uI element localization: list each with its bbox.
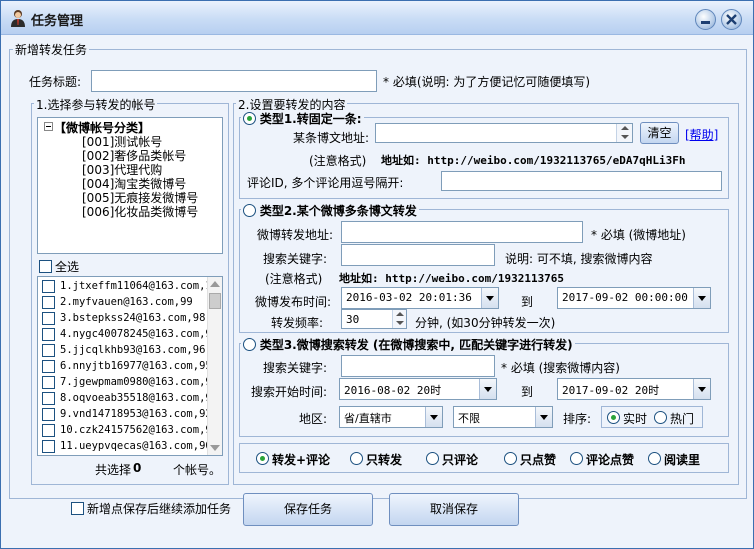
type2-time-label: 微博发布时间: bbox=[255, 295, 332, 309]
type3-option[interactable]: 类型3.微博搜索转发 (在微博搜索中, 匹配关键字进行转发) bbox=[241, 336, 575, 353]
account-category-tree[interactable]: 【微博帐号分类】 [001]测试帐号 [002]奢侈品类帐号 [003]代理代购… bbox=[37, 117, 223, 254]
close-icon bbox=[726, 14, 737, 25]
type3-to-label: 到 bbox=[521, 385, 534, 399]
type2-option[interactable]: 类型2.某个微博多条博文转发 bbox=[241, 202, 419, 219]
type2-addr-hint: * 必填 (微博地址) bbox=[591, 228, 686, 242]
type2-format-label: (注意格式) bbox=[265, 272, 323, 286]
action-comment-only-label[interactable]: 只评论 bbox=[442, 451, 478, 468]
action-comment-only-radio[interactable] bbox=[426, 452, 439, 465]
type1-url-input[interactable] bbox=[375, 123, 633, 143]
client-area: 新增转发任务 任务标题: * 必填(说明: 为了方便记忆可随便填写) 1.选择参… bbox=[9, 41, 747, 543]
type2-addr-input[interactable] bbox=[341, 221, 583, 243]
select-all-checkbox[interactable] bbox=[39, 260, 52, 273]
type2-freq-input[interactable]: 30 bbox=[341, 309, 407, 329]
cancel-save-button[interactable]: 取消保存 bbox=[389, 493, 519, 526]
type3-start-label: 搜索开始时间: bbox=[251, 385, 328, 399]
type2-kw-input[interactable] bbox=[341, 244, 495, 266]
select-all-label: 全选 bbox=[55, 260, 80, 274]
chevron-down-icon[interactable] bbox=[535, 407, 552, 427]
task-title-label: 任务标题: bbox=[29, 75, 82, 89]
type2-time-from[interactable]: 2016-03-02 20:01:36 bbox=[341, 287, 499, 309]
type2-to-label: 到 bbox=[521, 295, 534, 309]
type1-option[interactable]: 类型1.转固定一条: bbox=[241, 110, 364, 127]
help-link[interactable]: [帮助] bbox=[685, 126, 718, 143]
tree-item-006[interactable]: [006]化妆品类微博号 bbox=[82, 203, 198, 220]
clear-button[interactable]: 清空 bbox=[640, 122, 679, 144]
sort-realtime-label[interactable]: 实时 bbox=[623, 410, 647, 427]
chevron-down-icon[interactable] bbox=[693, 379, 710, 399]
sort-hot-label[interactable]: 热门 bbox=[670, 410, 694, 427]
action-comment-like-label[interactable]: 评论点赞 bbox=[586, 451, 634, 468]
type3-start-from[interactable]: 2016-08-02 20时 bbox=[339, 378, 497, 400]
accounts-legend: 1.选择参与转发的帐号 bbox=[34, 96, 158, 113]
action-retweet-comment-label[interactable]: 转发+评论 bbox=[272, 451, 330, 468]
selected-count-label: 共选择 bbox=[95, 463, 132, 477]
task-title-hint: * 必填(说明: 为了方便记忆可随便填写) bbox=[383, 75, 591, 89]
type2-time-to[interactable]: 2017-09-02 00:00:00 bbox=[557, 287, 711, 309]
action-read-radio[interactable] bbox=[648, 452, 661, 465]
type2-kw-hint: 说明: 可不填, 搜索微博内容 bbox=[505, 252, 653, 266]
selected-count-value: 0 bbox=[133, 461, 142, 475]
scroll-thumb[interactable] bbox=[209, 293, 221, 309]
chevron-down-icon[interactable] bbox=[479, 379, 496, 399]
type2-kw-label: 搜索关键字: bbox=[263, 252, 328, 266]
type1-format-label: (注意格式) bbox=[309, 154, 367, 168]
selected-count-suffix: 个帐号。 bbox=[173, 463, 222, 477]
continue-add-checkbox[interactable] bbox=[71, 502, 84, 515]
close-button[interactable] bbox=[721, 9, 742, 30]
region-province-select[interactable]: 省/直辖市 bbox=[339, 406, 443, 428]
type2-title: 类型2.某个微博多条博文转发 bbox=[259, 204, 417, 218]
type1-url-spin[interactable] bbox=[616, 124, 632, 142]
scroll-up-icon[interactable] bbox=[210, 281, 220, 287]
minimize-icon bbox=[701, 21, 710, 24]
type3-start-to[interactable]: 2017-09-02 20时 bbox=[557, 378, 711, 400]
type3-kw-input[interactable] bbox=[341, 355, 495, 377]
type1-title: 类型1.转固定一条: bbox=[259, 112, 362, 126]
type2-freq-hint: 分钟, (如30分钟转发一次) bbox=[415, 316, 556, 330]
action-like-only-radio[interactable] bbox=[504, 452, 517, 465]
type2-addr-label: 微博转发地址: bbox=[257, 228, 334, 242]
action-read-label[interactable]: 阅读里 bbox=[664, 451, 700, 468]
task-manager-window: 任务管理 新增转发任务 任务标题: * 必填(说明: 为了方便记忆可随便填写) … bbox=[0, 0, 754, 549]
action-retweet-only-radio[interactable] bbox=[350, 452, 363, 465]
freq-spin[interactable] bbox=[392, 310, 406, 328]
save-task-button[interactable]: 保存任务 bbox=[243, 493, 373, 526]
account-list[interactable]: 1.jtxeffm11064@163.com,10 2.myfvauen@163… bbox=[37, 276, 223, 456]
action-options: 转发+评论 只转发 只评论 只点赞 评论点赞 阅读里 bbox=[239, 443, 729, 473]
comment-id-label: 评论ID, 多个评论用逗号隔开: bbox=[247, 176, 404, 190]
action-like-only-label[interactable]: 只点赞 bbox=[520, 451, 556, 468]
action-retweet-only-label[interactable]: 只转发 bbox=[366, 451, 402, 468]
comment-id-input[interactable] bbox=[441, 171, 722, 191]
chevron-down-icon[interactable] bbox=[693, 288, 710, 308]
sort-hot-radio[interactable] bbox=[654, 411, 667, 424]
collapse-icon[interactable] bbox=[44, 122, 53, 131]
region-city-select[interactable]: 不限 bbox=[453, 406, 553, 428]
chevron-down-icon[interactable] bbox=[425, 407, 442, 427]
account-list-scrollbar[interactable] bbox=[207, 277, 222, 455]
user-icon bbox=[11, 10, 25, 27]
chevron-down-icon[interactable] bbox=[481, 288, 498, 308]
new-task-legend: 新增转发任务 bbox=[13, 41, 90, 58]
action-comment-like-radio[interactable] bbox=[570, 452, 583, 465]
type3-kw-label: 搜索关键字: bbox=[263, 361, 328, 375]
type3-title: 类型3.微博搜索转发 (在微博搜索中, 匹配关键字进行转发) bbox=[259, 338, 573, 352]
region-label: 地区: bbox=[299, 412, 328, 426]
type1-format-example: 地址如: http://weibo.com/1932113765/eDA7qHL… bbox=[381, 154, 686, 167]
type2-format-example: 地址如: http://weibo.com/1932113765 bbox=[339, 272, 565, 285]
window-title: 任务管理 bbox=[31, 14, 84, 29]
sort-realtime-radio[interactable] bbox=[607, 411, 620, 424]
continue-add-label[interactable]: 新增点保存后继续添加任务 bbox=[87, 500, 231, 517]
type2-freq-label: 转发频率: bbox=[271, 316, 324, 330]
sort-options: 实时 热门 bbox=[601, 406, 703, 428]
type1-url-label: 某条博文地址: bbox=[293, 131, 370, 145]
minimize-button[interactable] bbox=[695, 9, 716, 30]
action-retweet-comment-radio[interactable] bbox=[256, 452, 269, 465]
scroll-down-icon[interactable] bbox=[210, 445, 220, 451]
sort-label: 排序: bbox=[563, 412, 592, 426]
type3-kw-hint: * 必填 (搜索微博内容) bbox=[501, 361, 620, 375]
task-title-input[interactable] bbox=[91, 70, 377, 92]
title-bar: 任务管理 bbox=[1, 1, 753, 35]
